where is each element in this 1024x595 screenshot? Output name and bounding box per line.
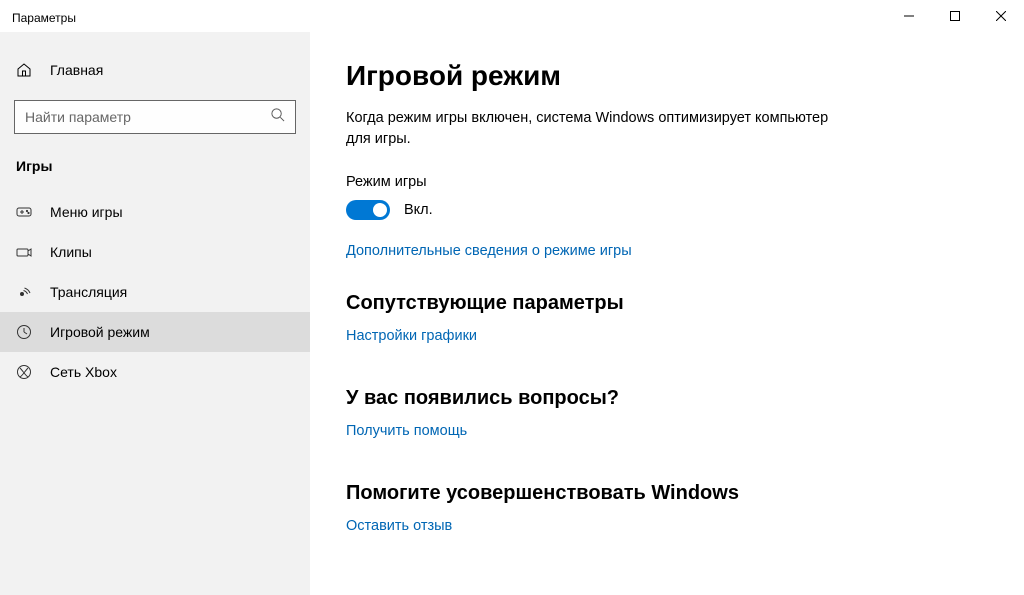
sidebar-item-label: Клипы <box>50 244 92 260</box>
feedback-heading: Помогите усовершенствовать Windows <box>346 482 988 505</box>
related-settings-heading: Сопутствующие параметры <box>346 292 988 315</box>
nav-list: Меню игры Клипы Трансляция <box>0 192 310 392</box>
sidebar-item-broadcasting[interactable]: Трансляция <box>0 272 310 312</box>
titlebar: Параметры <box>0 0 1024 32</box>
sidebar-item-label: Игровой режим <box>50 324 150 340</box>
learn-more-link[interactable]: Дополнительные сведения о режиме игры <box>346 243 632 259</box>
nav-home-label: Главная <box>50 62 103 78</box>
sidebar: Главная Игры Меню игры <box>0 32 310 595</box>
captures-icon <box>16 244 32 260</box>
game-bar-icon <box>16 204 32 220</box>
game-mode-toggle-label: Режим игры <box>346 174 988 190</box>
help-heading: У вас появились вопросы? <box>346 387 988 410</box>
page-title: Игровой режим <box>346 60 988 92</box>
game-mode-toggle-state: Вкл. <box>404 202 433 218</box>
sidebar-item-game-mode[interactable]: Игровой режим <box>0 312 310 352</box>
sidebar-item-captures[interactable]: Клипы <box>0 232 310 272</box>
game-mode-toggle[interactable] <box>346 200 390 220</box>
xbox-icon <box>16 364 32 380</box>
close-button[interactable] <box>978 0 1024 32</box>
search-box[interactable] <box>14 100 296 134</box>
toggle-knob <box>373 203 387 217</box>
search-icon <box>270 107 285 127</box>
sidebar-group-header: Игры <box>0 144 310 184</box>
minimize-button[interactable] <box>886 0 932 32</box>
window-title: Параметры <box>12 7 76 25</box>
sidebar-item-game-bar[interactable]: Меню игры <box>0 192 310 232</box>
sidebar-item-label: Меню игры <box>50 204 123 220</box>
game-mode-toggle-row: Вкл. <box>346 200 988 220</box>
nav-home[interactable]: Главная <box>0 52 310 88</box>
content: Главная Игры Меню игры <box>0 32 1024 595</box>
get-help-link[interactable]: Получить помощь <box>346 423 467 439</box>
maximize-button[interactable] <box>932 0 978 32</box>
give-feedback-link[interactable]: Оставить отзыв <box>346 518 452 534</box>
sidebar-item-label: Трансляция <box>50 284 127 300</box>
home-icon <box>16 62 32 78</box>
search-input[interactable] <box>25 109 270 125</box>
page-description: Когда режим игры включен, система Window… <box>346 108 846 150</box>
sidebar-item-xbox-networking[interactable]: Сеть Xbox <box>0 352 310 392</box>
graphics-settings-link[interactable]: Настройки графики <box>346 328 477 344</box>
window-controls <box>886 0 1024 32</box>
sidebar-item-label: Сеть Xbox <box>50 364 117 380</box>
broadcast-icon <box>16 284 32 300</box>
main-panel: Игровой режим Когда режим игры включен, … <box>310 32 1024 595</box>
game-mode-icon <box>16 324 32 340</box>
